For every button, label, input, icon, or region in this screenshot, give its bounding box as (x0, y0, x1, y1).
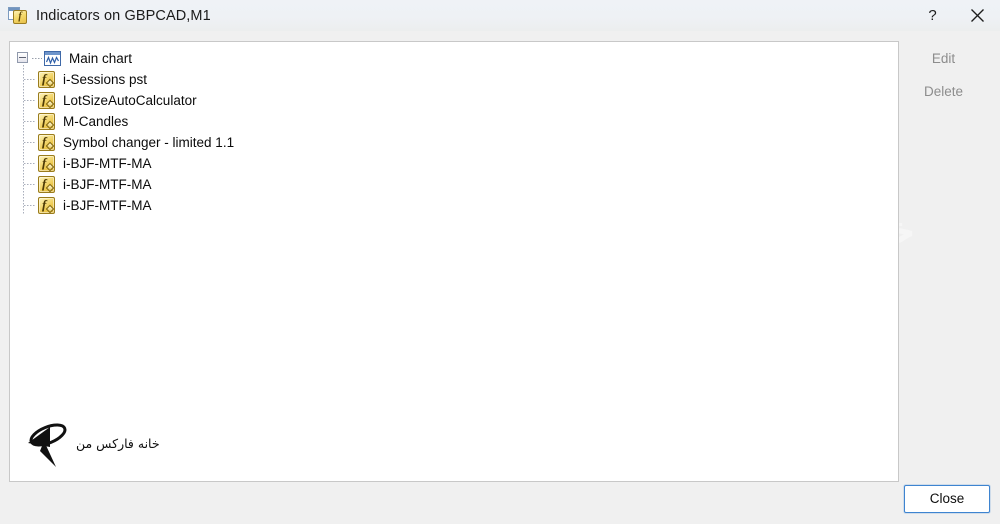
fx-diamond-icon (45, 162, 55, 172)
tree-connector-dots (24, 100, 36, 101)
fx-letter: f (42, 71, 47, 86)
indicator-fx-icon: f (38, 197, 55, 214)
tree-connector-dots (24, 121, 36, 122)
fx-diamond-icon (45, 204, 55, 214)
tree-connector-dots (24, 163, 36, 164)
fx-diamond-icon (45, 183, 55, 193)
fx-letter: f (42, 176, 47, 191)
fx-diamond-icon (45, 78, 55, 88)
list-item-label: i-BJF-MTF-MA (63, 198, 152, 213)
tree-children: f i-Sessions pst f LotSizeAutoCalculator (23, 65, 898, 216)
indicators-dialog: f Indicators on GBPCAD,M1 ? خانه فارکس م… (0, 0, 1000, 524)
indicator-fx-icon: f (38, 176, 55, 193)
list-item-label: i-BJF-MTF-MA (63, 177, 152, 192)
list-item[interactable]: f i-BJF-MTF-MA (23, 174, 898, 195)
help-icon[interactable]: ? (910, 0, 955, 31)
list-item-label: LotSizeAutoCalculator (63, 93, 197, 108)
list-item[interactable]: f M-Candles (23, 111, 898, 132)
window-controls: ? (910, 0, 1000, 31)
indicator-fx-icon: f (38, 155, 55, 172)
fx-letter: f (42, 113, 47, 128)
tree-connector-dots (32, 58, 42, 59)
delete-button[interactable]: Delete (901, 78, 986, 103)
indicator-fx-icon: f (38, 92, 55, 109)
indicator-list[interactable]: Main chart f i-Sessions pst f LotSizeAut… (9, 41, 899, 482)
list-item-label: Symbol changer - limited 1.1 (63, 135, 235, 150)
tree-connector-dots (24, 142, 36, 143)
watermark-brand-text: خانه فارکس من (76, 435, 160, 451)
chart-window-icon (44, 51, 61, 66)
close-button[interactable]: Close (904, 485, 990, 513)
list-item-label: i-BJF-MTF-MA (63, 156, 152, 171)
list-item[interactable]: f LotSizeAutoCalculator (23, 90, 898, 111)
fx-diamond-icon (45, 141, 55, 151)
indicator-fx-icon: f (38, 113, 55, 130)
indicator-fx-icon: f (38, 134, 55, 151)
indicator-fx-icon: f (38, 71, 55, 88)
tree-root-row[interactable]: Main chart (17, 48, 898, 69)
fx-diamond-icon (45, 99, 55, 109)
fx-letter: f (42, 92, 47, 107)
list-item[interactable]: f i-BJF-MTF-MA (23, 153, 898, 174)
edit-button[interactable]: Edit (901, 45, 986, 70)
close-icon[interactable] (955, 0, 1000, 31)
list-item-label: M-Candles (63, 114, 129, 129)
tree-connector-dots (24, 184, 36, 185)
page-title: Indicators on GBPCAD,M1 (36, 7, 211, 24)
tree-connector-dots (24, 79, 36, 80)
list-item[interactable]: f Symbol changer - limited 1.1 (23, 132, 898, 153)
fx-diamond-icon (45, 120, 55, 130)
fx-letter: f (42, 134, 47, 149)
list-item[interactable]: f i-BJF-MTF-MA (23, 195, 898, 216)
fx-letter: f (42, 197, 47, 212)
collapse-expander-icon[interactable] (17, 52, 30, 65)
list-item-label: i-Sessions pst (63, 72, 148, 87)
fx-letter: f (42, 155, 47, 170)
indicator-tree: Main chart f i-Sessions pst f LotSizeAut… (17, 48, 898, 216)
indicator-window-icon: f (8, 6, 27, 25)
tree-connector-dots (24, 205, 36, 206)
indicator-icon-badge: f (13, 10, 27, 24)
list-item[interactable]: f i-Sessions pst (23, 69, 898, 90)
title-bar: f Indicators on GBPCAD,M1 ? (0, 0, 1000, 31)
watermark-brand-logo: خانه فارکس من (16, 417, 164, 469)
tree-root-label: Main chart (69, 51, 133, 66)
